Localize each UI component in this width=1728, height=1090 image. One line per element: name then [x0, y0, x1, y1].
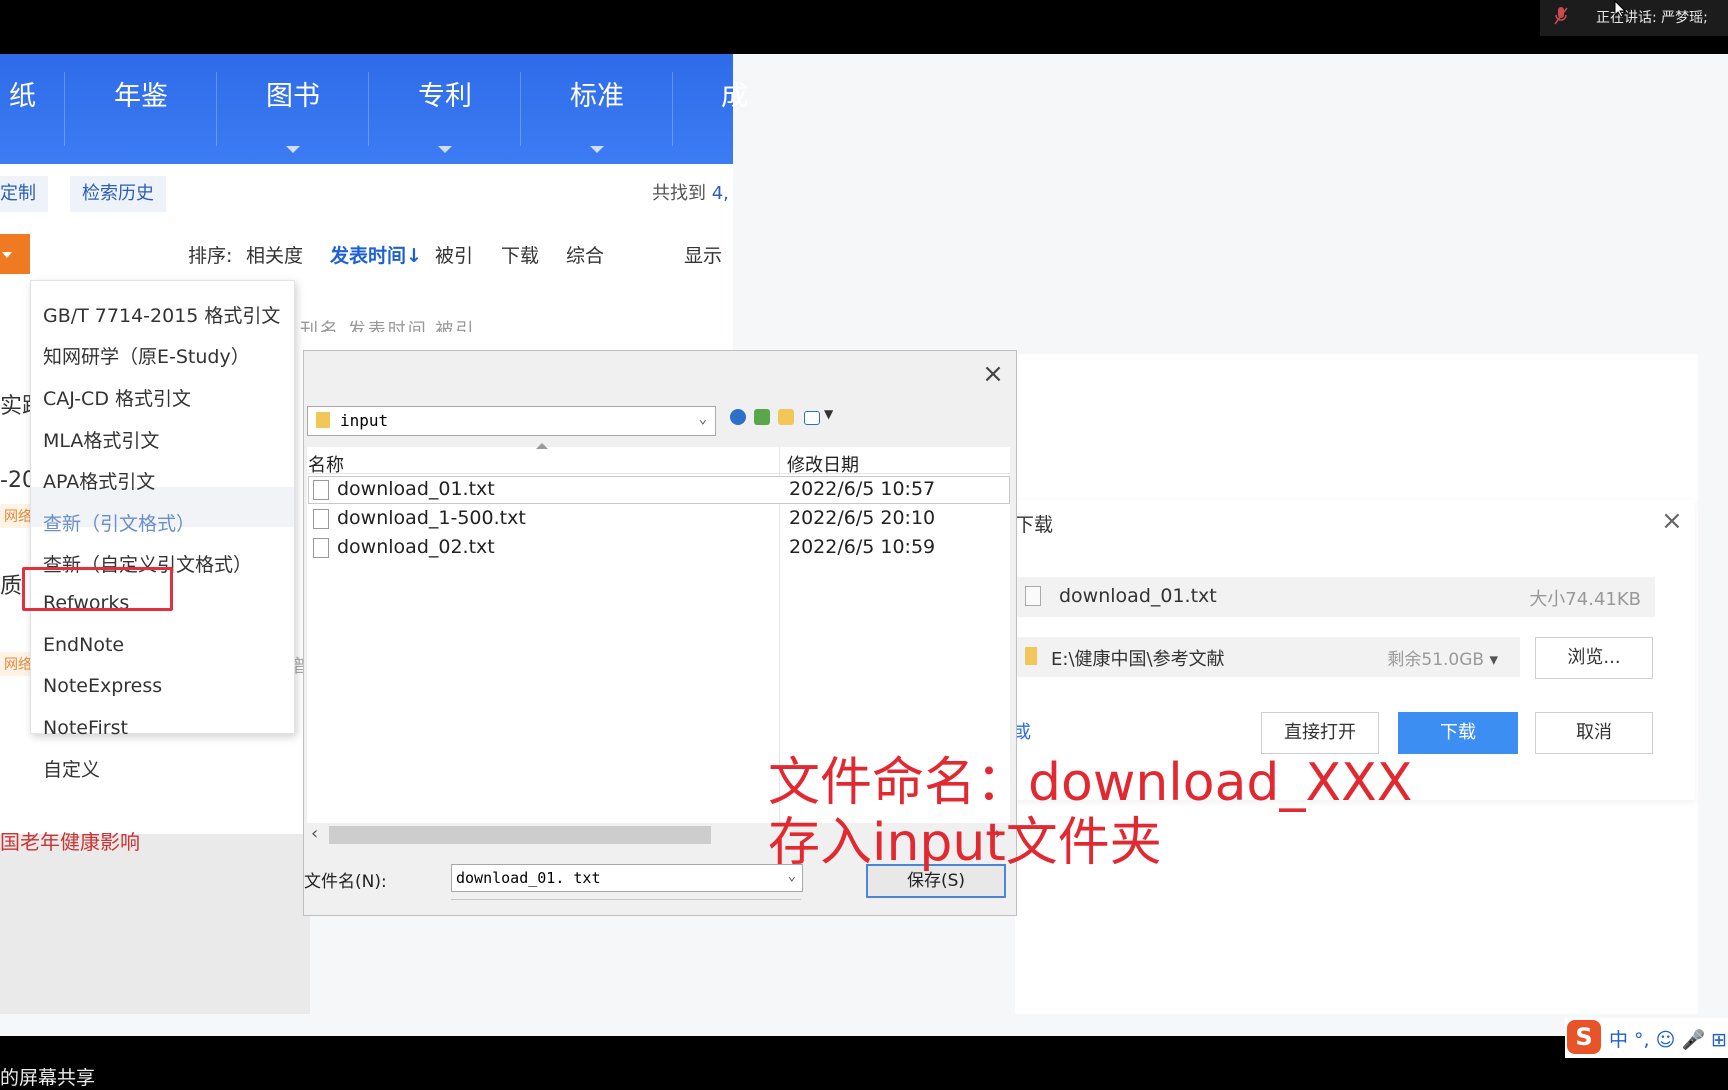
browse-button[interactable]: 浏览...	[1535, 637, 1653, 679]
annotation-line-2: 存入input文件夹	[768, 813, 1162, 873]
mouse-cursor-icon	[1614, 0, 1627, 18]
file-row[interactable]: download_1-500.txt 2022/6/5 20:10	[309, 506, 1009, 532]
file-date: 2022/6/5 20:10	[789, 507, 936, 529]
scroll-left-icon[interactable]: ‹	[311, 823, 318, 844]
file-row[interactable]: download_01.txt 2022/6/5 10:57	[308, 476, 1010, 504]
shared-screen: 纸 年鉴 图书 专利 标准 成 定制 检索历史 共找到 4, 排序: 相关度 发…	[0, 54, 1728, 1036]
file-name: download_02.txt	[337, 536, 495, 558]
ime-status[interactable]: 中 °, ☺ 🎤 ⊞	[1609, 1025, 1727, 1052]
file-icon	[1025, 586, 1041, 606]
result-column-header: 刊名 发表时间 被引	[300, 320, 476, 332]
file-date: 2022/6/5 10:57	[789, 478, 936, 500]
search-history-button[interactable]: 检索历史	[70, 176, 166, 212]
menu-item-chaxin[interactable]: 查新（引文格式）	[43, 509, 195, 536]
download-file-row: download_01.txt 大小74.41KB	[1015, 577, 1655, 617]
sort-publish-time[interactable]: 发表时间↓	[330, 241, 422, 268]
ime-toolbar: S 中 °, ☺ 🎤 ⊞	[1565, 1018, 1728, 1058]
filename-value: download_01. txt	[456, 869, 601, 887]
menu-item-notefirst[interactable]: NoteFirst	[43, 717, 128, 739]
result-title-fragment: 国老年健康影响	[0, 830, 140, 854]
sort-label: 排序:	[188, 245, 233, 267]
cnki-bottom-area	[0, 834, 310, 1014]
menu-item-custom[interactable]: 自定义	[43, 755, 100, 782]
file-type-select[interactable]	[451, 899, 801, 906]
new-folder-icon[interactable]	[778, 409, 794, 425]
download-file-size: 大小74.41KB	[1529, 589, 1641, 610]
nav-tab-yearbook[interactable]: 年鉴	[65, 54, 217, 164]
chevron-down-icon	[286, 146, 300, 153]
meeting-bottom-bar	[0, 1036, 1728, 1080]
nav-tab-patents[interactable]: 专利	[369, 54, 521, 164]
speaking-label: 正在讲话: 严梦瑶;	[1596, 10, 1708, 26]
muted-mic-icon	[1554, 7, 1568, 25]
screen-share-label: 的屏幕共享	[0, 1067, 96, 1089]
folder-icon	[1025, 647, 1037, 665]
nav-tab-more[interactable]: 成	[673, 54, 748, 164]
close-icon[interactable]: ×	[1661, 506, 1683, 536]
folder-icon	[316, 412, 330, 428]
refworks-highlight-box	[22, 567, 173, 611]
text-file-icon	[313, 538, 329, 558]
filename-label: 文件名(N):	[304, 872, 387, 892]
result-title-fragment: 质	[0, 574, 23, 599]
text-file-icon	[313, 480, 329, 500]
meeting-top-bar	[0, 0, 1728, 54]
sort-ascending-icon	[536, 443, 548, 449]
folder-path-select[interactable]: input ⌄	[307, 406, 716, 436]
menu-item-cajcd[interactable]: CAJ-CD 格式引文	[43, 384, 191, 411]
download-button[interactable]: 下载	[1398, 712, 1518, 754]
sort-cited[interactable]: 被引	[435, 241, 473, 268]
nav-tab-books[interactable]: 图书	[217, 54, 369, 164]
export-format-menu: GB/T 7714-2015 格式引文 知网研学（原E-Study） CAJ-C…	[30, 280, 295, 781]
nav-tab-newspaper[interactable]: 纸	[0, 54, 65, 164]
sogou-logo-icon[interactable]: S	[1567, 1020, 1601, 1054]
result-count: 共找到 4,	[652, 183, 729, 204]
view-menu-icon[interactable]	[804, 411, 820, 425]
menu-item-noteexpress[interactable]: NoteExpress	[43, 675, 162, 697]
nav-tab-standards[interactable]: 标准	[521, 54, 673, 164]
scrollbar-thumb[interactable]	[329, 826, 711, 844]
download-path: E:\健康中国\参考文献	[1051, 649, 1225, 670]
cancel-button[interactable]: 取消	[1535, 712, 1653, 754]
text-file-icon	[313, 509, 329, 529]
speaking-indicator: 正在讲话: 严梦瑶;	[1540, 0, 1728, 36]
menu-item-gbt7714[interactable]: GB/T 7714-2015 格式引文	[43, 301, 280, 328]
filename-input[interactable]: download_01. txt ⌄	[451, 864, 803, 892]
up-folder-icon[interactable]	[754, 409, 770, 425]
cnki-nav-bar: 纸 年鉴 图书 专利 标准 成	[0, 54, 748, 164]
menu-item-estudy[interactable]: 知网研学（原E-Study）	[43, 342, 250, 369]
download-panel-title: 下载	[1015, 514, 1054, 536]
export-dropdown-toggle[interactable]	[0, 234, 30, 274]
back-icon[interactable]	[730, 409, 746, 425]
file-name: download_01.txt	[337, 478, 495, 500]
chevron-down-icon: ⌄	[698, 411, 707, 427]
download-file-name: download_01.txt	[1059, 585, 1217, 607]
sort-relevance[interactable]: 相关度	[246, 241, 303, 268]
chevron-down-icon	[438, 146, 452, 153]
folder-path: input	[340, 411, 389, 430]
sort-overall[interactable]: 综合	[566, 241, 604, 268]
free-space: 剩余51.0GB	[1387, 645, 1498, 670]
file-name: download_1-500.txt	[337, 507, 526, 529]
menu-item-apa[interactable]: APA格式引文	[43, 467, 155, 494]
header-divider	[307, 473, 1010, 474]
display-toggle[interactable]: 显示	[684, 241, 722, 268]
custom-button[interactable]: 定制	[0, 176, 48, 212]
menu-item-mla[interactable]: MLA格式引文	[43, 426, 159, 453]
file-date: 2022/6/5 10:59	[789, 536, 936, 558]
close-icon[interactable]: ×	[980, 361, 1006, 387]
download-path-select[interactable]: E:\健康中国\参考文献 剩余51.0GB	[1015, 637, 1520, 677]
file-row[interactable]: download_02.txt 2022/6/5 10:59	[309, 535, 1009, 561]
sort-download[interactable]: 下载	[501, 241, 539, 268]
menu-item-endnote[interactable]: EndNote	[43, 634, 124, 656]
chevron-down-icon	[590, 146, 604, 153]
chevron-down-icon[interactable]: ▼	[824, 407, 833, 421]
